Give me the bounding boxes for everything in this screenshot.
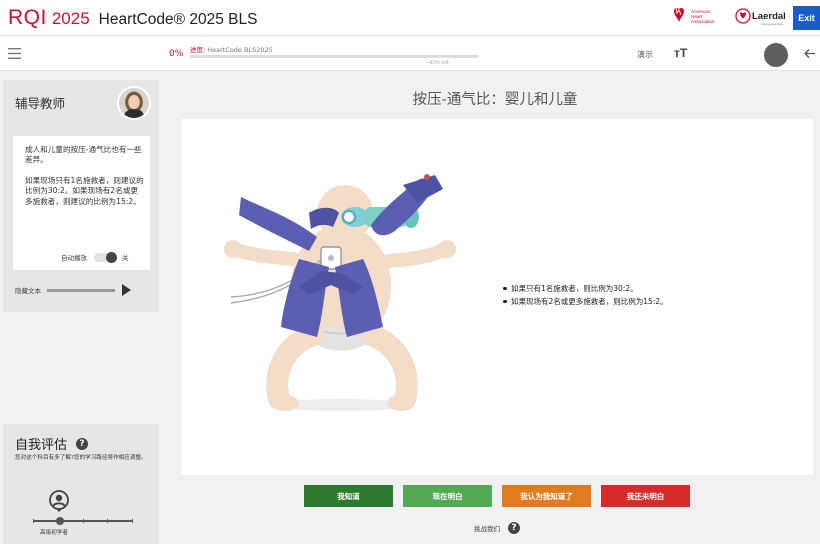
tutor-text-2: 如果现场只有1名施救者，则建议的比例为30:2。如果现场有2名或更多施救者，则建…	[25, 175, 144, 206]
progress-bar	[190, 55, 478, 58]
arrow-left-icon[interactable]	[803, 48, 816, 59]
play-icon[interactable]	[122, 284, 131, 296]
page-title: 按压-通气比：婴儿和儿童	[412, 92, 578, 108]
key-point: 如果现场有2名或更多施救者，则比例为15:2。	[503, 295, 668, 308]
infant-cpr-illustration	[224, 174, 456, 411]
progress-time-left: ~67m left	[426, 61, 449, 66]
self-assessment-level: 高级初学者	[40, 530, 68, 536]
autoplay-toggle-knob	[106, 251, 117, 263]
help-icon[interactable]: ?	[508, 522, 520, 534]
laerdal-logo: Laerdal helping save lives	[735, 8, 786, 26]
brand: RQI 2025 HeartCode® 2025 BLS	[8, 6, 257, 30]
course-toolbar: 0% 进度: HeartCode BLS2025 ~67m left 演示 тT	[0, 37, 820, 71]
challenge-us: 挑战我们 ?	[474, 522, 520, 534]
help-icon[interactable]: ?	[76, 437, 89, 450]
audio-progress-slider[interactable]	[47, 288, 115, 292]
key-point: 如果只有1名施救者，则比例为30:2。	[503, 282, 668, 295]
captions-label: 隐藏文本	[15, 287, 41, 295]
self-assessment-title: 自我评估	[15, 438, 68, 453]
user-avatar[interactable]	[764, 43, 788, 67]
person-icon	[49, 490, 69, 512]
i-think-i-know-button[interactable]: 我认为我知道了	[502, 485, 591, 507]
rqi-logo: RQI	[8, 6, 47, 29]
progress-percent: 0%	[169, 49, 184, 59]
scale-tick	[83, 519, 84, 523]
challenge-us-link[interactable]: 挑战我们	[474, 523, 500, 533]
self-assessment-panel: 自我评估 ? 您对这个科目有多了解?您的学习路径将作相应调整。 高级初学者	[3, 424, 159, 544]
exit-button[interactable]: Exit	[793, 6, 820, 30]
demo-button[interactable]: 演示	[637, 49, 653, 60]
tutor-panel: 辅导教师 成人和儿童的按压-通气比也有一些差异。 如果现场只有1名施救者，则建议…	[3, 80, 159, 312]
scale-tick	[107, 519, 108, 523]
laerdal-logo-text: Laerdal	[752, 11, 786, 22]
top-header: RQI 2025 HeartCode® 2025 BLS American He…	[0, 0, 820, 36]
autoplay-control: 自动播放 关	[61, 251, 129, 263]
i-know-button[interactable]: 我知道	[304, 485, 393, 507]
key-points-list: 如果只有1名施救者，则比例为30:2。 如果现场有2名或更多施救者，则比例为15…	[503, 282, 668, 308]
tutor-avatar	[117, 86, 151, 120]
tutor-speech-bubble: 成人和儿童的按压-通气比也有一些差异。 如果现场只有1名施救者，则建议的比例为3…	[13, 136, 150, 270]
tutor-title: 辅导教师	[15, 96, 66, 111]
captions-control: 隐藏文本	[15, 284, 131, 296]
progress-prefix: 进度:	[190, 46, 206, 54]
self-assessment-header: 自我评估 ?	[15, 434, 89, 453]
autoplay-state: 关	[122, 254, 129, 262]
scale-tick	[132, 519, 133, 523]
progress-label: 进度: HeartCode BLS2025	[190, 44, 273, 54]
aha-logo: American Heart Association.	[674, 6, 716, 24]
aha-logo-line3: Association.	[691, 19, 716, 24]
not-yet-understand-button[interactable]: 我还未明白	[601, 485, 690, 507]
rqi-year: 2025	[51, 9, 90, 28]
self-assessment-level-marker[interactable]	[56, 517, 64, 525]
autoplay-label: 自动播放	[61, 254, 87, 262]
text-size-button[interactable]: тT	[674, 46, 687, 60]
content-card: 如果只有1名施救者，则比例为30:2。 如果现场有2名或更多施救者，则比例为15…	[181, 119, 813, 475]
laerdal-tagline: helping save lives	[761, 22, 784, 26]
scale-tick	[33, 519, 34, 523]
progress-course: HeartCode BLS2025	[207, 46, 273, 54]
autoplay-toggle[interactable]	[94, 251, 117, 263]
self-assessment-description: 您对这个科目有多了解?您的学习路径将作相应调整。	[15, 455, 147, 461]
now-understand-button[interactable]: 现在明白	[403, 485, 492, 507]
hamburger-menu-icon[interactable]	[8, 48, 21, 59]
tutor-text-1: 成人和儿童的按压-通气比也有一些差异。	[25, 145, 142, 165]
app-title: HeartCode® 2025 BLS	[98, 11, 258, 28]
